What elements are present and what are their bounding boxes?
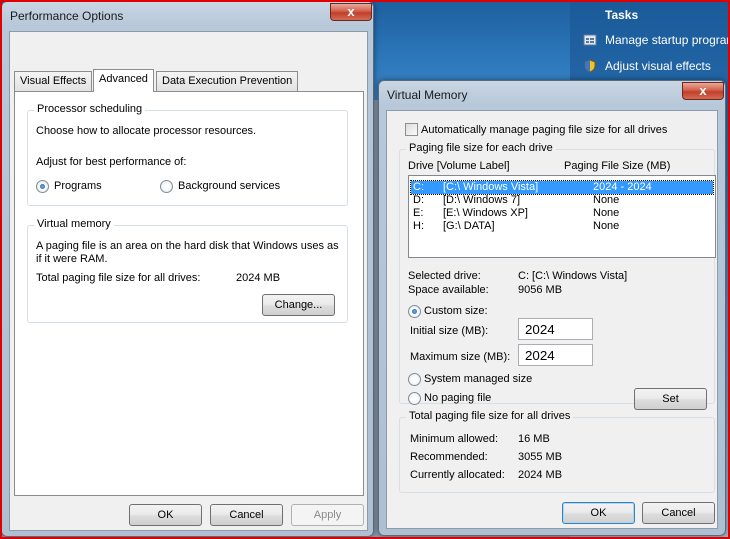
window-title: Performance Options — [10, 9, 124, 23]
total-paging-value: 2024 MB — [236, 272, 281, 284]
totals-group: Total paging file size for all drives Mi… — [399, 410, 715, 493]
button-label: Change... — [274, 299, 323, 311]
programs-label[interactable]: Programs — [54, 180, 102, 192]
tab-data-execution-prevention[interactable]: Data Execution Prevention — [156, 71, 299, 91]
vm-description-line2: if it were RAM. — [36, 253, 108, 265]
system-managed-label[interactable]: System managed size — [424, 373, 532, 385]
tab-label: Advanced — [99, 73, 148, 85]
drive-paging-size: None — [593, 220, 620, 232]
custom-size-label[interactable]: Custom size: — [424, 305, 488, 317]
ok-button[interactable]: OK — [562, 502, 635, 524]
cancel-button[interactable]: Cancel — [210, 504, 283, 526]
drive-letter: H: — [413, 220, 424, 232]
drive-volume-label: [E:\ Windows XP] — [443, 207, 528, 219]
paging-file-group: Paging file size for each drive Drive [V… — [399, 142, 716, 410]
task-adjust-visual-effects[interactable]: Adjust visual effects — [583, 56, 711, 76]
performance-options-window: Performance Options x Visual Effects Adv… — [1, 1, 374, 537]
close-button[interactable]: x — [682, 82, 724, 100]
task-label: Manage startup programs — [605, 33, 730, 47]
drive-row[interactable]: D: [D:\ Windows 7] None — [411, 194, 713, 207]
drive-volume-label: [C:\ Windows Vista] — [443, 181, 539, 193]
space-available-value: 9056 MB — [518, 284, 563, 296]
group-legend: Virtual memory — [34, 218, 114, 230]
tasks-title: Tasks — [605, 8, 639, 22]
title-bar[interactable]: Performance Options x — [2, 2, 373, 30]
drive-row[interactable]: E: [E:\ Windows XP] None — [411, 207, 713, 220]
drive-volume-label: [D:\ Windows 7] — [443, 194, 521, 206]
virtual-memory-group: Virtual memory A paging file is an area … — [27, 218, 348, 323]
column-header-size: Paging File Size (MB) — [564, 160, 671, 172]
task-label: Adjust visual effects — [605, 59, 711, 73]
maximum-size-label: Maximum size (MB): — [410, 351, 511, 363]
tab-visual-effects[interactable]: Visual Effects — [14, 71, 93, 91]
tab-panel-advanced: Processor scheduling Choose how to alloc… — [14, 91, 364, 496]
drive-letter: E: — [413, 207, 424, 219]
column-header-drive: Drive [Volume Label] — [408, 160, 510, 172]
system-managed-radio[interactable] — [408, 373, 421, 386]
virtual-memory-window: Virtual Memory x Automatically manage pa… — [378, 80, 726, 536]
button-label: Cancel — [661, 507, 696, 519]
maximum-size-input[interactable] — [518, 344, 593, 366]
dialog-client-area: Visual Effects Advanced Data Execution P… — [9, 31, 368, 531]
drive-paging-size: None — [593, 207, 620, 219]
no-paging-file-label[interactable]: No paging file — [424, 392, 491, 404]
button-label: Cancel — [229, 509, 264, 521]
close-icon: x — [699, 83, 707, 98]
task-manage-startup-programs[interactable]: Manage startup programs — [583, 30, 730, 50]
drive-paging-size: None — [593, 194, 620, 206]
startup-programs-icon — [583, 33, 597, 47]
tab-label: Visual Effects — [20, 75, 87, 87]
drive-letter: D: — [413, 194, 424, 206]
close-button[interactable]: x — [330, 3, 372, 21]
no-paging-file-radio[interactable] — [408, 392, 421, 405]
button-label: Apply — [313, 509, 342, 521]
shield-icon — [583, 59, 597, 73]
currently-allocated-label: Currently allocated: — [410, 469, 505, 481]
group-legend: Processor scheduling — [34, 103, 146, 115]
drive-row[interactable]: C: [C:\ Windows Vista] 2024 - 2024 — [410, 180, 714, 195]
ok-button[interactable]: OK — [129, 504, 202, 526]
close-icon: x — [347, 4, 355, 19]
initial-size-input[interactable] — [518, 318, 593, 340]
processor-scheduling-group: Processor scheduling Choose how to alloc… — [27, 103, 348, 206]
button-label: OK — [590, 507, 607, 519]
button-label: OK — [157, 509, 174, 521]
change-button[interactable]: Change... — [262, 294, 335, 316]
selected-drive-value: C: [C:\ Windows Vista] — [518, 270, 628, 282]
selected-drive-label: Selected drive: — [408, 270, 481, 282]
minimum-allowed-label: Minimum allowed: — [410, 433, 499, 445]
title-bar[interactable]: Virtual Memory x — [379, 81, 725, 109]
background-services-label[interactable]: Background services — [178, 180, 280, 192]
auto-manage-checkbox[interactable] — [405, 123, 418, 136]
custom-size-radio[interactable] — [408, 305, 421, 318]
tab-label: Data Execution Prevention — [162, 75, 293, 87]
drive-volume-label: [G:\ DATA] — [443, 220, 495, 232]
apply-button[interactable]: Apply — [291, 504, 364, 526]
recommended-value: 3055 MB — [518, 451, 563, 463]
dialog-client-area: Automatically manage paging file size fo… — [386, 110, 718, 529]
button-label: Set — [662, 393, 679, 405]
background-services-radio[interactable] — [160, 180, 173, 193]
initial-size-label: Initial size (MB): — [410, 325, 489, 337]
group-legend: Paging file size for each drive — [406, 142, 556, 154]
recommended-label: Recommended: — [410, 451, 488, 463]
drive-row[interactable]: H: [G:\ DATA] None — [411, 220, 713, 233]
programs-radio[interactable] — [36, 180, 49, 193]
adjust-label: Adjust for best performance of: — [36, 156, 187, 168]
vm-description-line1: A paging file is an area on the hard dis… — [36, 240, 339, 252]
tab-advanced[interactable]: Advanced — [93, 69, 154, 92]
currently-allocated-value: 2024 MB — [518, 469, 563, 481]
window-title: Virtual Memory — [387, 88, 468, 102]
drive-letter: C: — [413, 181, 424, 193]
minimum-allowed-value: 16 MB — [518, 433, 550, 445]
space-available-label: Space available: — [408, 284, 489, 296]
drive-paging-size: 2024 - 2024 — [593, 181, 652, 193]
drives-listbox[interactable]: C: [C:\ Windows Vista] 2024 - 2024 D: [D… — [408, 175, 716, 258]
auto-manage-label[interactable]: Automatically manage paging file size fo… — [421, 124, 667, 136]
processor-description: Choose how to allocate processor resourc… — [36, 125, 257, 137]
cancel-button[interactable]: Cancel — [642, 502, 715, 524]
group-legend: Total paging file size for all drives — [406, 410, 574, 422]
total-paging-label: Total paging file size for all drives: — [36, 272, 201, 284]
set-button[interactable]: Set — [634, 388, 707, 410]
